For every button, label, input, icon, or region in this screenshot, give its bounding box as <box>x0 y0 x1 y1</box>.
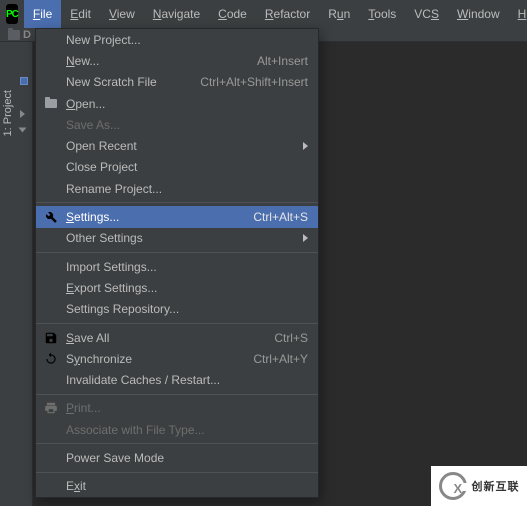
sidebar-tab-project[interactable]: 1: Project <box>2 90 14 136</box>
menubar-item-tools[interactable]: Tools <box>359 0 405 28</box>
menu-item-invalidate-caches-restart[interactable]: Invalidate Caches / Restart... <box>36 369 318 390</box>
wrench-icon <box>44 210 58 224</box>
menu-item-label: New Project... <box>66 33 141 47</box>
tree-expand-icon[interactable] <box>19 128 27 133</box>
menu-separator <box>36 323 318 324</box>
chevron-right-icon <box>303 234 308 242</box>
menubar-item-help[interactable]: Help <box>509 0 527 28</box>
menu-item-shortcut: Ctrl+Alt+S <box>253 210 308 224</box>
menu-item-shortcut: Ctrl+Alt+Shift+Insert <box>200 75 308 89</box>
menu-item-import-settings[interactable]: Import Settings... <box>36 256 318 277</box>
menu-item-label: Import Settings... <box>66 260 157 274</box>
menu-item-close-project[interactable]: Close Project <box>36 157 318 178</box>
menu-item-new-project[interactable]: New Project... <box>36 29 318 50</box>
file-menu-dropdown: New Project... New... Alt+Insert New Scratc… <box>35 28 319 498</box>
menu-item-label: Open Recent <box>66 139 137 153</box>
menu-item-label: Settings... <box>66 210 119 224</box>
menu-item-save-as: Save As... <box>36 114 318 135</box>
menu-item-label: Exit <box>66 479 86 493</box>
menu-item-save-all[interactable]: Save All Ctrl+S <box>36 327 318 348</box>
menu-separator <box>36 202 318 203</box>
menu-item-settings-repository[interactable]: Settings Repository... <box>36 299 318 320</box>
left-sidebar: 1: Project <box>0 42 33 506</box>
save-icon <box>44 331 58 345</box>
menubar-item-refactor[interactable]: Refactor <box>256 0 319 28</box>
menu-item-label: Associate with File Type... <box>66 423 205 437</box>
menu-item-label: Save All <box>66 331 109 345</box>
menubar-item-edit[interactable]: Edit <box>61 0 100 28</box>
logo-text: PC <box>6 9 18 20</box>
menu-item-associate-with-file-type: Associate with File Type... <box>36 419 318 440</box>
menubar-item-file[interactable]: File <box>24 0 61 28</box>
menu-item-new[interactable]: New... Alt+Insert <box>36 50 318 71</box>
menubar-item-window[interactable]: Window <box>448 0 509 28</box>
breadcrumb-root[interactable]: D <box>23 29 31 41</box>
project-tool-icon[interactable] <box>20 77 28 85</box>
menu-item-export-settings[interactable]: Export Settings... <box>36 277 318 298</box>
menu-item-label: Other Settings <box>66 231 143 245</box>
menu-item-label: New Scratch File <box>66 75 157 89</box>
menu-item-label: Settings Repository... <box>66 302 179 316</box>
menu-item-label: Close Project <box>66 160 137 174</box>
menu-item-power-save-mode[interactable]: Power Save Mode <box>36 447 318 468</box>
print-icon <box>44 401 58 415</box>
menu-item-label: Save As... <box>66 118 120 132</box>
menu-item-label: Synchronize <box>66 352 132 366</box>
menubar-item-code[interactable]: Code <box>209 0 256 28</box>
tree-expand-icon[interactable] <box>20 110 25 118</box>
chevron-right-icon <box>303 142 308 150</box>
menu-item-print: Print... <box>36 398 318 419</box>
menubar-item-run[interactable]: Run <box>319 0 359 28</box>
menu-separator <box>36 443 318 444</box>
menu-item-label: Open... <box>66 97 105 111</box>
folder-icon <box>44 97 58 111</box>
menu-item-rename-project[interactable]: Rename Project... <box>36 178 318 199</box>
folder-icon <box>8 30 20 40</box>
menubar: PC FileEditViewNavigateCodeRefactorRunTo… <box>0 0 527 28</box>
menu-item-shortcut: Alt+Insert <box>257 54 308 68</box>
menu-item-shortcut: Ctrl+Alt+Y <box>253 352 308 366</box>
watermark-text: 创新互联 <box>472 478 520 494</box>
menu-item-synchronize[interactable]: Synchronize Ctrl+Alt+Y <box>36 348 318 369</box>
watermark: X 创新互联 <box>431 466 527 506</box>
menubar-item-navigate[interactable]: Navigate <box>144 0 209 28</box>
menu-item-settings[interactable]: Settings... Ctrl+Alt+S <box>36 206 318 227</box>
sync-icon <box>44 352 58 366</box>
menu-separator <box>36 394 318 395</box>
menu-item-exit[interactable]: Exit <box>36 476 318 497</box>
menu-item-label: Export Settings... <box>66 281 157 295</box>
menubar-item-view[interactable]: View <box>100 0 144 28</box>
menu-separator <box>36 472 318 473</box>
menu-item-open[interactable]: Open... <box>36 93 318 114</box>
menu-item-label: Invalidate Caches / Restart... <box>66 373 220 387</box>
menu-item-label: Rename Project... <box>66 182 162 196</box>
menu-item-other-settings[interactable]: Other Settings <box>36 228 318 249</box>
menu-item-label: New... <box>66 54 99 68</box>
menu-item-shortcut: Ctrl+S <box>274 331 308 345</box>
menu-separator <box>36 252 318 253</box>
menu-item-new-scratch-file[interactable]: New Scratch File Ctrl+Alt+Shift+Insert <box>36 72 318 93</box>
menubar-item-vcs[interactable]: VCS <box>405 0 448 28</box>
menu-item-open-recent[interactable]: Open Recent <box>36 135 318 156</box>
app-logo: PC <box>6 4 18 24</box>
menu-item-label: Power Save Mode <box>66 451 164 465</box>
menu-item-label: Print... <box>66 401 101 415</box>
